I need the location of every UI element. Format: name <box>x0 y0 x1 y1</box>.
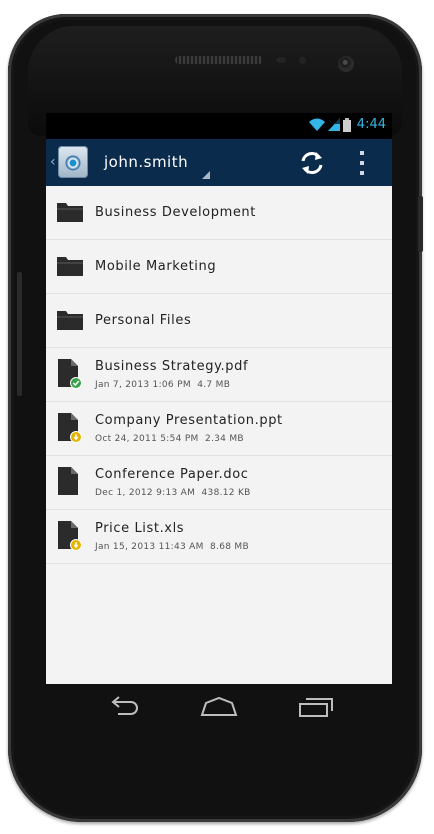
folder-name: Personal Files <box>95 313 192 328</box>
file-size: 8.68 MB <box>210 542 249 552</box>
wifi-icon <box>308 118 325 131</box>
up-caret-icon[interactable]: ‹ <box>50 154 56 170</box>
folder-row-business-development[interactable]: Business Development <box>46 186 392 240</box>
action-bar: ‹ john.smith <box>46 139 392 186</box>
navigation-bar <box>46 684 392 738</box>
file-date: Jan 15, 2013 11:43 AM <box>95 542 204 552</box>
document-icon <box>58 521 82 551</box>
file-list: Business Development Mobile Marketing Pe… <box>46 186 392 564</box>
light-sensor <box>299 57 306 64</box>
file-name: Business Strategy.pdf <box>95 359 249 374</box>
file-date: Jan 7, 2013 1:06 PM <box>95 380 191 390</box>
file-meta: Jan 15, 2013 11:43 AM 8.68 MB <box>95 542 249 552</box>
back-icon[interactable] <box>106 696 140 718</box>
document-icon <box>58 359 82 389</box>
file-row-business-strategy[interactable]: Business Strategy.pdf Jan 7, 2013 1:06 P… <box>46 348 392 402</box>
file-meta: Dec 1, 2012 9:13 AM 438.12 KB <box>95 488 251 498</box>
folder-name: Mobile Marketing <box>95 259 217 274</box>
file-size: 2.34 MB <box>204 434 244 444</box>
app-logo-icon[interactable] <box>58 146 88 178</box>
document-icon <box>58 467 78 495</box>
signal-icon <box>327 118 340 131</box>
home-icon[interactable] <box>200 696 238 718</box>
volume-button <box>17 272 22 396</box>
file-date: Oct 24, 2011 5:54 PM <box>95 434 199 444</box>
file-date: Dec 1, 2012 9:13 AM <box>95 488 196 498</box>
file-name: Company Presentation.ppt <box>95 413 283 428</box>
status-clock: 4:44 <box>356 117 386 132</box>
folder-row-mobile-marketing[interactable]: Mobile Marketing <box>46 240 392 294</box>
earpiece-speaker <box>175 56 263 64</box>
power-button <box>418 196 423 252</box>
file-name: Conference Paper.doc <box>95 467 249 482</box>
app-screen: 4:44 ‹ john.smith Business Development M… <box>46 113 392 684</box>
folder-icon <box>57 257 83 276</box>
folder-name: Business Development <box>95 205 256 220</box>
file-meta: Oct 24, 2011 5:54 PM 2.34 MB <box>95 434 244 444</box>
folder-icon <box>57 203 83 222</box>
refresh-icon[interactable] <box>299 150 325 176</box>
synced-status-icon <box>70 377 82 389</box>
recent-apps-icon[interactable] <box>298 696 334 718</box>
front-camera <box>338 56 354 72</box>
file-name: Price List.xls <box>95 521 185 536</box>
status-bar: 4:44 <box>46 113 392 139</box>
document-icon <box>58 413 82 443</box>
file-size: 438.12 KB <box>201 488 251 498</box>
file-row-price-list[interactable]: Price List.xls Jan 15, 2013 11:43 AM 8.6… <box>46 510 392 564</box>
account-spinner-label[interactable]: john.smith <box>104 153 188 171</box>
folder-row-personal-files[interactable]: Personal Files <box>46 294 392 348</box>
file-size: 4.7 MB <box>197 380 231 390</box>
spinner-dropdown-icon[interactable] <box>202 171 210 179</box>
battery-icon <box>342 117 351 132</box>
folder-icon <box>57 311 83 330</box>
file-row-company-presentation[interactable]: Company Presentation.ppt Oct 24, 2011 5:… <box>46 402 392 456</box>
file-meta: Jan 7, 2013 1:06 PM 4.7 MB <box>95 380 230 390</box>
overflow-menu-icon[interactable] <box>359 151 365 175</box>
file-row-conference-paper[interactable]: Conference Paper.doc Dec 1, 2012 9:13 AM… <box>46 456 392 510</box>
proximity-sensor <box>276 57 286 63</box>
